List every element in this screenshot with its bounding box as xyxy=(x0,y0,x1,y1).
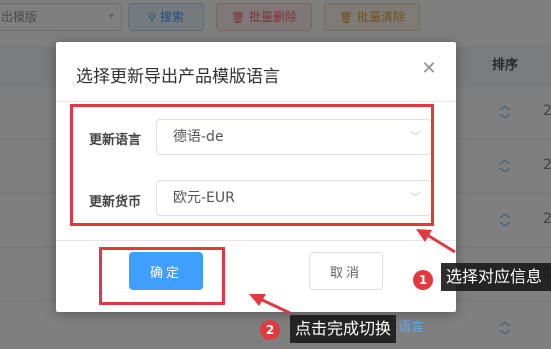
step1-callout: 选择对应信息 xyxy=(441,263,551,291)
step2-callout: 点击完成切换 xyxy=(290,315,397,343)
step1-badge: 1 xyxy=(413,270,433,290)
cancel-button[interactable]: 取消 xyxy=(309,252,383,290)
close-icon[interactable]: ✕ xyxy=(419,59,439,79)
form-highlight-box xyxy=(70,104,434,226)
language-link: 语言 xyxy=(398,320,425,335)
confirm-highlight-box xyxy=(99,247,225,305)
header-divider xyxy=(56,101,456,102)
dialog-title: 选择更新导出产品模版语言 xyxy=(76,67,280,87)
footer-divider xyxy=(56,240,456,241)
step2-badge: 2 xyxy=(260,320,280,340)
